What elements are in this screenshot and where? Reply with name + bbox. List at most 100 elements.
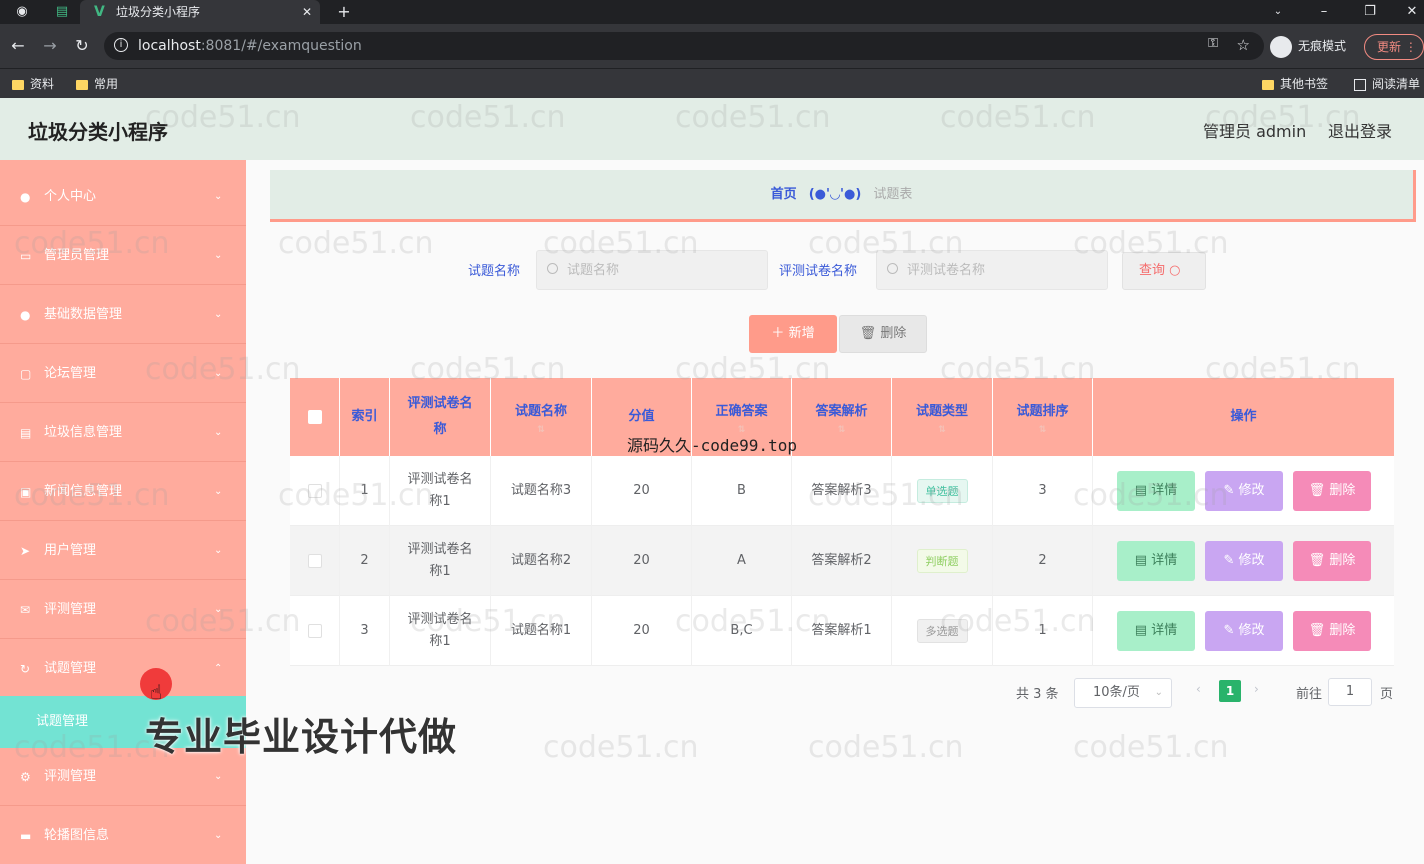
col-order[interactable]: 试题排序 ⇅ xyxy=(993,378,1093,456)
sidebar-item-evaluation[interactable]: ✉ 评测管理 ⌄ xyxy=(0,581,246,639)
cell-name: 试题名称3 xyxy=(491,456,592,526)
row-select[interactable] xyxy=(290,526,340,596)
incognito-indicator[interactable]: 无痕模式 xyxy=(1270,34,1346,58)
bookmark-label: 常用 xyxy=(94,77,119,91)
tab-close-icon[interactable]: ✕ xyxy=(302,0,312,24)
sort-icon[interactable]: ⇅ xyxy=(838,425,846,435)
query-button[interactable]: 查询 ○ xyxy=(1122,252,1206,290)
send-icon: ➤ xyxy=(20,544,31,558)
cell-order: 2 xyxy=(993,526,1093,596)
chevron-down-icon: ⌄ xyxy=(1154,687,1163,698)
sort-icon[interactable]: ⇅ xyxy=(938,425,946,435)
sidebar-item-basic-data[interactable]: ● 基础数据管理 ⌄ xyxy=(0,286,246,344)
sidebar-item-personal-center[interactable]: ● 个人中心 ⌄ xyxy=(0,168,246,226)
back-icon[interactable]: ← xyxy=(6,34,30,58)
cell-index: 2 xyxy=(340,526,390,596)
edit-button[interactable]: ✎ 修改 xyxy=(1205,541,1283,581)
checkbox[interactable] xyxy=(307,624,322,638)
detail-button[interactable]: ▤ 详情 xyxy=(1117,611,1195,651)
type-tag: 判断题 xyxy=(916,549,968,573)
search-input-paper[interactable]: 评测试卷名称 xyxy=(876,250,1108,290)
batch-delete-button[interactable]: 🗑 删除 xyxy=(839,315,927,353)
pencil-icon: ✎ xyxy=(1223,483,1235,498)
update-button[interactable]: 更新 ⋮ xyxy=(1364,34,1424,60)
select-all-checkbox[interactable] xyxy=(290,378,340,456)
sidebar-item-label: 评测管理 xyxy=(44,602,97,617)
other-bookmarks[interactable]: 其他书签 xyxy=(1262,73,1328,95)
checkbox[interactable] xyxy=(307,484,322,498)
restore-icon[interactable]: ❐ xyxy=(1358,0,1382,24)
edit-label: 修改 xyxy=(1238,553,1265,568)
sidebar-item-carousel[interactable]: ▬ 轮播图信息 ⌄ xyxy=(0,807,246,864)
info-icon[interactable]: i xyxy=(114,38,128,52)
goto-page-input[interactable]: 1 xyxy=(1328,678,1372,706)
folder-icon xyxy=(1262,79,1274,90)
row-select[interactable] xyxy=(290,596,340,666)
edit-label: 修改 xyxy=(1238,483,1265,498)
breadcrumb-home[interactable]: 首页 xyxy=(771,187,797,202)
address-bar[interactable]: i localhost:8081/#/examquestion ⚿ ☆ xyxy=(104,32,1264,60)
browser-tab[interactable]: V 垃圾分类小程序 ✕ xyxy=(80,0,320,24)
spreadsheet-icon[interactable]: ▤ xyxy=(50,0,74,24)
url-text: localhost:8081/#/examquestion xyxy=(138,32,362,60)
reload-icon[interactable]: ↻ xyxy=(70,34,94,58)
document-icon: ▤ xyxy=(1134,553,1148,568)
chevron-up-icon: ⌃ xyxy=(214,663,223,674)
page-size-select[interactable]: 10条/页 ⌄ xyxy=(1074,678,1172,708)
sort-icon[interactable]: ⇅ xyxy=(1039,425,1047,435)
col-paper[interactable]: 评测试卷名称 xyxy=(390,378,491,456)
sort-icon[interactable]: ⇅ xyxy=(537,425,545,435)
page-number-current[interactable]: 1 xyxy=(1219,680,1241,702)
trash-icon: 🗑 xyxy=(1308,483,1326,498)
detail-button[interactable]: ▤ 详情 xyxy=(1117,471,1195,511)
sidebar-item-users[interactable]: ➤ 用户管理 ⌄ xyxy=(0,522,246,580)
delete-button[interactable]: 🗑 删除 xyxy=(1293,471,1371,511)
pagination-total: 共 3 条 xyxy=(1016,687,1059,702)
bookmark-star-icon[interactable]: ☆ xyxy=(1237,36,1250,54)
delete-button[interactable]: 🗑 删除 xyxy=(1293,541,1371,581)
bookmarks-bar: 资料 常用 其他书签 阅读清单 xyxy=(0,68,1424,98)
search-placeholder: 评测试卷名称 xyxy=(907,263,986,278)
col-type[interactable]: 试题类型 ⇅ xyxy=(892,378,993,456)
bookmark-folder[interactable]: 常用 xyxy=(76,73,118,95)
type-tag: 多选题 xyxy=(916,619,968,643)
chevron-down-icon: ⌄ xyxy=(214,830,223,841)
minimize-icon[interactable]: – xyxy=(1312,0,1336,24)
document-icon: ▤ xyxy=(1134,483,1148,498)
add-button[interactable]: ＋ 新增 xyxy=(749,315,837,353)
row-select[interactable] xyxy=(290,456,340,526)
sidebar-item-questions[interactable]: ↻ 试题管理 ⌃ xyxy=(0,640,246,698)
update-label: 更新 xyxy=(1377,40,1402,54)
next-page-icon[interactable]: › xyxy=(1254,682,1259,696)
col-analysis[interactable]: 答案解析 ⇅ xyxy=(792,378,892,456)
header-label: 试题名称 xyxy=(514,404,567,419)
detail-button[interactable]: ▤ 详情 xyxy=(1117,541,1195,581)
new-tab-icon[interactable]: + xyxy=(332,0,356,24)
checkbox[interactable] xyxy=(307,554,322,568)
prev-page-icon[interactable]: ‹ xyxy=(1196,682,1201,696)
tab-search-icon[interactable]: ⌄ xyxy=(1266,0,1290,24)
sidebar-item-garbage[interactable]: ▤ 垃圾信息管理 ⌄ xyxy=(0,404,246,462)
search-input-name[interactable]: 试题名称 xyxy=(536,250,768,290)
plus-icon: ＋ xyxy=(771,326,785,341)
sidebar-item-label: 论坛管理 xyxy=(44,366,97,381)
bookmark-folder[interactable]: 资料 xyxy=(12,73,54,95)
edit-button[interactable]: ✎ 修改 xyxy=(1205,611,1283,651)
edit-button[interactable]: ✎ 修改 xyxy=(1205,471,1283,511)
bookmark-label: 阅读清单 xyxy=(1372,77,1421,91)
cell-text: 评测试卷名称1 xyxy=(407,472,473,509)
sidebar-item-news[interactable]: ▣ 新闻信息管理 ⌄ xyxy=(0,463,246,521)
key-icon[interactable]: ⚿ xyxy=(1208,36,1218,51)
delete-button[interactable]: 🗑 删除 xyxy=(1293,611,1371,651)
col-index: 索引 xyxy=(340,378,390,456)
sidebar-item-forum[interactable]: ▢ 论坛管理 ⌄ xyxy=(0,345,246,403)
browser-toolbar: ← → ↻ i localhost:8081/#/examquestion ⚿ … xyxy=(0,24,1424,68)
globe-icon[interactable]: ◉ xyxy=(10,0,34,24)
sidebar-item-admin[interactable]: ▭ 管理员管理 ⌄ xyxy=(0,227,246,285)
checkbox[interactable] xyxy=(307,410,322,424)
col-name[interactable]: 试题名称 ⇅ xyxy=(491,378,592,456)
logout-link[interactable]: 退出登录 xyxy=(1328,118,1392,142)
reading-list[interactable]: 阅读清单 xyxy=(1354,73,1420,95)
window-close-icon[interactable]: ✕ xyxy=(1400,0,1424,24)
forward-icon[interactable]: → xyxy=(38,34,62,58)
